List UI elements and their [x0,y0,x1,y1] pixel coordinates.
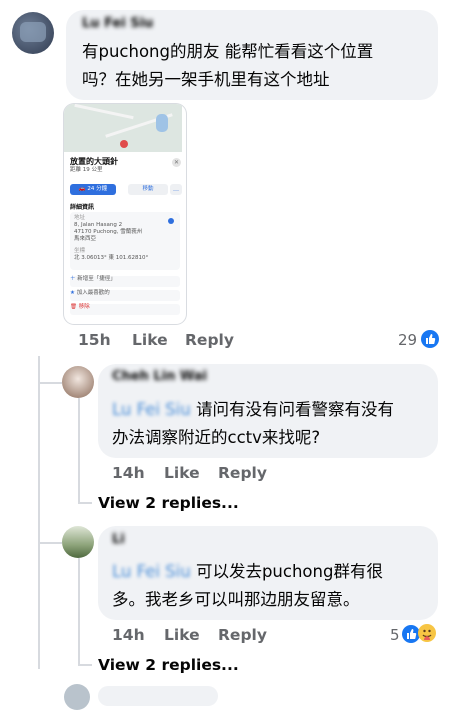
address-line-2: 47170 Puchong, 雪蘭莪州 [74,229,143,235]
address-line-1: 8, Jalan Hasang 2 [74,222,123,228]
plus-icon: ＋ [70,276,76,282]
thread-connector [78,558,80,664]
reply-text: 可以发去puchong群有很 [195,562,383,581]
drive-time: 24 分鐘 [87,186,108,192]
reply-author[interactable]: Li [112,532,125,547]
attached-screenshot[interactable]: 放置的大頭針 距離 19 公里 ✕ 🚗 24 分鐘 移動 … 詳細資訊 地址 8… [64,104,186,324]
favorite-action[interactable]: ★ 加入最喜歡的 [70,290,180,301]
view-replies-link[interactable]: View 2 replies... [98,494,239,512]
thread-connector [78,502,92,504]
thread-connector [78,398,80,502]
reply-button[interactable]: Reply [218,626,267,644]
trash-icon: 🗑 [70,304,77,310]
coords-label: 坐標 [74,248,86,254]
reply-button[interactable]: Reply [218,464,267,482]
shortcut-action-label: 新增至「捷徑」 [77,276,116,282]
mention-link[interactable]: Lu Fei Siu [112,400,191,419]
like-button[interactable]: Like [164,626,200,644]
place-distance: 距離 19 公里 [70,167,103,173]
view-replies-link[interactable]: View 2 replies... [98,656,239,674]
reply-button[interactable]: Reply [185,331,234,349]
thread-connector [38,542,62,544]
place-title: 放置的大頭針 [70,157,118,166]
address-line-3: 馬來西亞 [74,236,97,242]
share-button[interactable]: 移動 [128,184,168,195]
share-label: 移動 [142,186,154,192]
avatar[interactable] [62,366,94,398]
address-label: 地址 [74,215,86,221]
like-button[interactable]: Like [164,464,200,482]
like-button[interactable]: Like [132,331,168,349]
close-icon[interactable]: ✕ [172,158,181,167]
map-thumbnail [64,104,182,152]
details-heading: 詳細資訊 [70,204,95,211]
reply-time[interactable]: 14h [112,626,145,644]
mention-link[interactable]: Lu Fei Siu [112,562,191,581]
reaction-count[interactable]: 29 [398,331,417,349]
drive-button[interactable]: 🚗 24 分鐘 [70,184,116,195]
remove-action[interactable]: 🗑 移除 [70,304,180,315]
avatar[interactable] [62,526,94,558]
coords-value: 北 3.06013° 東 101.62810° [74,255,149,261]
reaction-count[interactable]: 5 [390,626,400,644]
comment-author[interactable]: Lu Fei Siu [82,16,153,31]
reply-text-line-1: Lu Fei Siu 请问有没有问看警察有没有 [112,396,394,424]
reply-bubble [98,686,218,706]
like-reaction-icon [421,330,439,348]
reply-text-line-2: 办法调察附近的cctv来找呢? [112,428,321,447]
thread-line [38,356,40,669]
avatar[interactable] [64,684,90,710]
reply-time[interactable]: 14h [112,464,145,482]
comment-text-line-1: 有puchong的朋友 能帮忙看看这个位置 [82,42,374,61]
reply-author[interactable]: Cheh Lin Wai [112,369,207,384]
details-card: 地址 8, Jalan Hasang 2 47170 Puchong, 雪蘭莪州… [70,212,180,270]
remove-action-label: 移除 [78,304,90,310]
star-icon: ★ [70,290,75,296]
thread-connector [78,664,92,666]
reply-text-line-2: 多。我老乡可以叫那边朋友留意。 [112,590,360,609]
thread-connector [38,382,62,384]
avatar[interactable] [12,12,54,54]
comment-time[interactable]: 15h [78,331,111,349]
more-button[interactable]: … [170,184,182,195]
shortcut-action[interactable]: ＋ 新增至「捷徑」 [70,276,180,287]
info-icon [168,218,174,224]
reply-text: 请问有没有问看警察有没有 [195,400,394,419]
car-icon: 🚗 [78,186,86,192]
comment-text-line-2: 吗？在她另一架手机里有这个地址 [82,70,330,89]
favorite-action-label: 加入最喜歡的 [76,290,110,296]
care-reaction-icon [418,624,436,642]
reply-text-line-1: Lu Fei Siu 可以发去puchong群有很 [112,558,383,586]
